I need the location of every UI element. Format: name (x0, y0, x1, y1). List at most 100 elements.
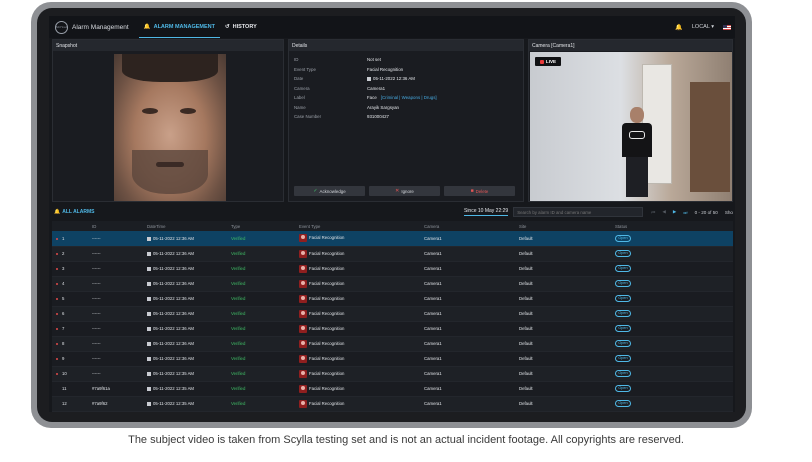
table-row[interactable]: 8 ------ 05-11-2022 12:36 AM Verified Facial… (52, 336, 733, 352)
calendar-icon (147, 311, 151, 316)
label-tags[interactable]: [Criminal | Weapons | Drugs] (381, 95, 437, 100)
table-row[interactable]: 9 ------ 05-11-2022 12:36 AM Verified Facial… (52, 351, 733, 367)
locale-dropdown[interactable]: LOCAL ▾ (692, 24, 714, 30)
new-alarm-marker (52, 366, 62, 382)
table-row[interactable]: 7 ------ 05-11-2022 12:36 AM Verified Facial… (52, 321, 733, 337)
calendar-icon (147, 251, 151, 256)
table-row[interactable]: 12 #7a9f62 05-11-2022 12:35 AM Verified Faci… (52, 396, 733, 412)
row-camera: Camera1 (424, 276, 519, 292)
col-site[interactable]: Site (519, 221, 615, 231)
first-page-icon[interactable]: ⏮ (651, 210, 655, 215)
status-open-button[interactable]: Open (615, 295, 631, 302)
status-open-button[interactable]: Open (615, 310, 631, 317)
ignore-button[interactable]: ✕ Ignore (369, 186, 440, 196)
prev-page-icon[interactable]: ◀ (662, 209, 666, 215)
bell-icon: 🔔 (54, 209, 61, 215)
row-datetime: 05-11-2022 12:35 AM (147, 366, 231, 382)
new-alarm-marker (52, 231, 62, 247)
alarm-search-input[interactable] (513, 207, 644, 217)
col-event-type[interactable]: Event Type (299, 221, 424, 231)
row-event-type: Facial Recognition (299, 351, 424, 367)
col-status[interactable]: Status (615, 221, 733, 231)
col-datetime[interactable]: DateTime (147, 221, 231, 231)
unread-dot-icon (56, 253, 58, 255)
since-filter[interactable]: Since 10 May 22:29 (463, 208, 509, 216)
col-camera[interactable]: Camera (424, 221, 519, 231)
row-status: Open (615, 351, 733, 367)
pagination-range: 0 - 20 of 50 (694, 209, 718, 215)
status-open-button[interactable]: Open (615, 280, 631, 287)
show-label[interactable]: Sho (725, 210, 733, 215)
col-id[interactable]: ID (92, 221, 147, 231)
status-open-button[interactable]: Open (615, 400, 631, 407)
table-row[interactable]: 4 ------ 05-11-2022 12:36 AM Verified Facial… (52, 276, 733, 292)
next-page-icon[interactable]: ▶ (673, 209, 677, 215)
row-event-type: Facial Recognition (299, 321, 424, 337)
status-open-button[interactable]: Open (615, 370, 631, 377)
detail-row-name: Name Arayik Sargsyan (289, 103, 523, 113)
delete-button[interactable]: ■ Delete (444, 186, 515, 196)
status-open-button[interactable]: Open (615, 385, 631, 392)
calendar-icon (147, 401, 151, 406)
row-id: ------ (92, 246, 147, 262)
status-open-button[interactable]: Open (615, 325, 631, 332)
row-datetime: 05-11-2022 12:36 AM (147, 276, 231, 292)
detail-value: Camera1 (367, 85, 386, 91)
row-site: Default (519, 261, 615, 277)
table-row[interactable]: 5 ------ 05-11-2022 12:36 AM Verified Facial… (52, 291, 733, 307)
row-site: Default (519, 396, 615, 412)
table-row[interactable]: 3 ------ 05-11-2022 12:36 AM Verified Facial… (52, 261, 733, 277)
table-row[interactable]: 10 ------ 05-11-2022 12:35 AM Verified Facia… (52, 366, 733, 382)
calendar-icon (147, 341, 151, 346)
status-open-button[interactable]: Open (615, 250, 631, 257)
row-id: ------ (92, 231, 147, 247)
detail-row-event-type: Event Type Facial Recognition (289, 65, 523, 75)
col-type[interactable]: Type (231, 221, 299, 231)
calendar-icon (367, 76, 371, 81)
notification-bell-icon[interactable]: 🔔 (675, 24, 682, 31)
row-index: 7 (62, 321, 92, 337)
us-flag-icon[interactable] (723, 24, 731, 30)
label-value: Face (367, 95, 377, 101)
detail-value: Face [Criminal | Weapons | Drugs] (367, 95, 437, 100)
acknowledge-button[interactable]: ✓ Acknowledge (294, 186, 365, 196)
table-row[interactable]: 1 ------ 05-11-2022 12:36 AM Verified Facial… (52, 231, 733, 247)
row-datetime: 05-11-2022 12:36 AM (147, 321, 231, 337)
row-index: 2 (62, 246, 92, 262)
table-row[interactable]: 6 ------ 05-11-2022 12:36 AM Verified Facial… (52, 306, 733, 322)
face-recognition-icon (299, 354, 307, 363)
face-recognition-icon (299, 339, 307, 348)
table-row[interactable]: 2 ------ 05-11-2022 12:36 AM Verified Facial… (52, 246, 733, 262)
status-open-button[interactable]: Open (615, 340, 631, 347)
live-camera-feed[interactable]: LIVE (530, 52, 732, 201)
details-panel: Details ID Not set Event Type Facial Rec… (288, 39, 524, 202)
row-event-type: Facial Recognition (299, 306, 424, 322)
tab-history[interactable]: ↺ HISTORY (220, 16, 262, 38)
row-id: ------ (92, 306, 147, 322)
tab-alarm-management[interactable]: 🔔 ALARM MANAGEMENT (138, 16, 221, 38)
row-id: ------ (92, 261, 147, 277)
table-row[interactable]: 11 #7a9f61a 05-11-2022 12:35 AM Verified Fac… (52, 381, 733, 397)
calendar-icon (147, 386, 151, 391)
ignore-label: Ignore (401, 188, 414, 194)
row-site: Default (519, 381, 615, 397)
status-open-button[interactable]: Open (615, 234, 631, 242)
status-open-button[interactable]: Open (615, 265, 631, 272)
history-icon: ↺ (225, 24, 230, 30)
detail-label: Event Type (294, 66, 316, 72)
row-datetime: 05-11-2022 12:35 AM (147, 381, 231, 397)
detail-row-date: Date 05-11-2022 12:36 AM (289, 74, 523, 84)
row-status: Open (615, 261, 733, 277)
status-open-button[interactable]: Open (615, 355, 631, 362)
row-site: Default (519, 276, 615, 292)
check-icon: ✓ (313, 188, 318, 194)
row-index: 5 (62, 291, 92, 307)
app-screen: SCYLLA Alarm Management 🔔 ALARM MANAGEME… (49, 16, 735, 412)
detail-row-id: ID Not set (289, 55, 523, 65)
last-page-icon[interactable]: ⏭ (683, 210, 687, 215)
new-alarm-marker (52, 246, 62, 262)
unread-dot-icon (56, 373, 58, 375)
snapshot-header: Snapshot (53, 40, 283, 51)
pagination: ⏮ ◀ ▶ ⏭ 0 - 20 of 50 Sho (651, 209, 733, 215)
detail-label: Date (294, 76, 304, 82)
